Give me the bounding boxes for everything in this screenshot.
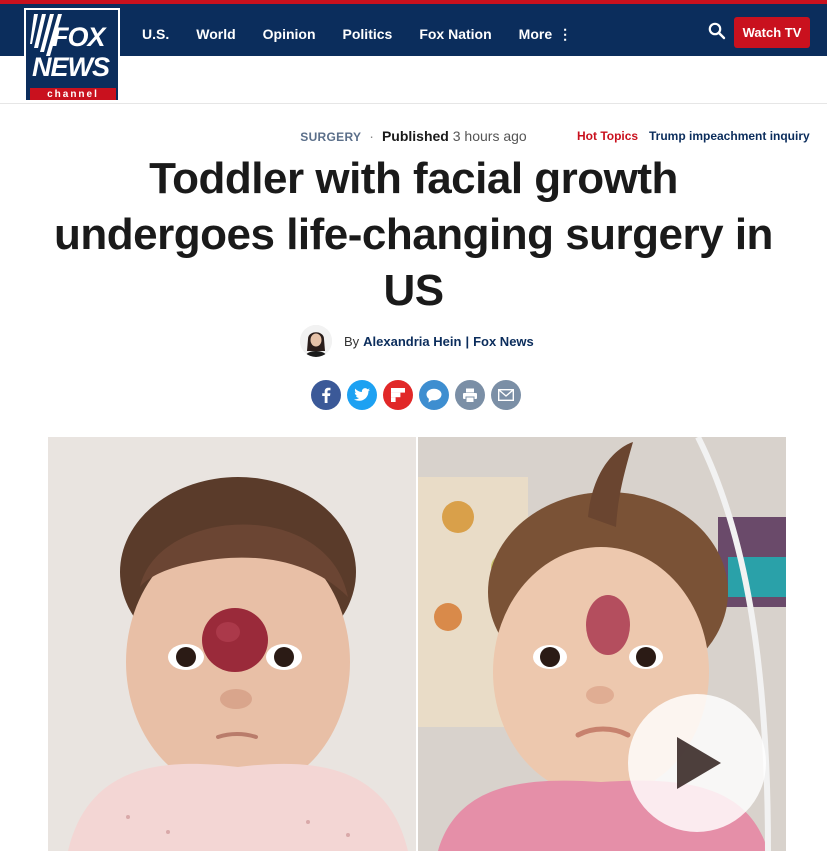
logo-fox-text: FOX: [52, 22, 106, 52]
meta-separator: ·: [369, 128, 374, 144]
outlet-link[interactable]: Fox News: [473, 334, 534, 349]
author-link[interactable]: Alexandria Hein: [363, 334, 461, 349]
author-avatar[interactable]: [300, 325, 332, 357]
byline: By Alexandria Hein | Fox News: [300, 324, 534, 358]
play-icon: [677, 737, 721, 789]
article-meta: SURGERY · Published 3 hours ago: [0, 128, 827, 144]
email-icon[interactable]: [491, 380, 521, 410]
byline-divider: |: [465, 333, 470, 349]
main-nav: U.S. World Opinion Politics Fox Nation M…: [142, 8, 599, 60]
flipboard-icon[interactable]: [383, 380, 413, 410]
logo-channel-text: channel: [30, 88, 116, 100]
before-photo: [48, 437, 416, 851]
article-headline: Toddler with facial growth undergoes lif…: [54, 154, 773, 315]
published-label: Published: [381, 128, 449, 144]
facebook-icon[interactable]: [311, 380, 341, 410]
top-nav-bar: U.S. World Opinion Politics Fox Nation M…: [0, 0, 827, 56]
print-icon[interactable]: [455, 380, 485, 410]
nav-more[interactable]: More ⋮: [519, 26, 572, 43]
comment-icon[interactable]: [419, 380, 449, 410]
fox-news-logo[interactable]: FOX NEWS channel: [24, 8, 120, 102]
video-play-button[interactable]: [628, 694, 766, 832]
byline-prefix: By: [344, 333, 360, 349]
category-link[interactable]: SURGERY: [300, 130, 361, 144]
nav-more-label: More: [518, 26, 553, 42]
nav-us[interactable]: U.S.: [142, 26, 169, 42]
nav-fox-nation[interactable]: Fox Nation: [419, 26, 491, 42]
logo-news-text: NEWS: [32, 52, 110, 82]
more-dots-icon: ⋮: [558, 25, 573, 42]
nav-world[interactable]: World: [196, 26, 235, 42]
watch-tv-button[interactable]: Watch TV: [734, 17, 810, 48]
sub-nav-bar: Hot Topics Trump impeachment inquiry: [0, 56, 827, 143]
share-bar: [311, 380, 527, 412]
nav-politics[interactable]: Politics: [343, 26, 393, 42]
nav-opinion[interactable]: Opinion: [263, 26, 316, 42]
published-time: 3 hours ago: [452, 128, 527, 144]
twitter-icon[interactable]: [347, 380, 377, 410]
search-icon[interactable]: [708, 22, 726, 40]
